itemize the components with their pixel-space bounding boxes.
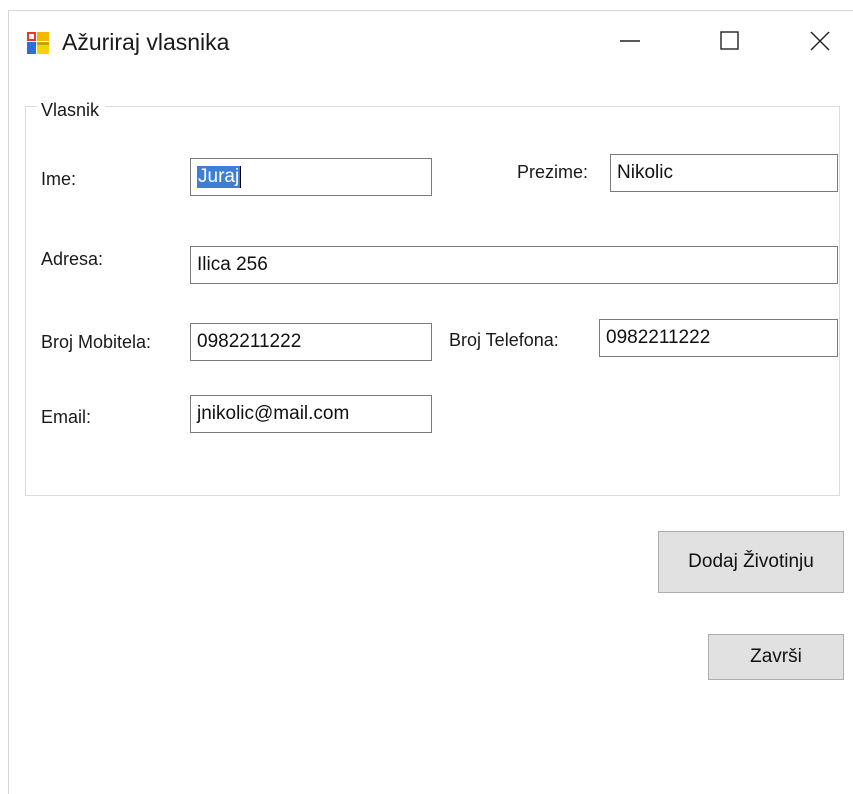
close-icon (808, 29, 832, 58)
add-animal-button[interactable]: Dodaj Životinju (658, 531, 844, 593)
maximize-button[interactable] (704, 21, 754, 65)
text-caret (240, 166, 242, 188)
adresa-label: Adresa: (41, 249, 104, 269)
mobitel-label: Broj Mobitela: (41, 332, 152, 352)
prezime-label: Prezime: (517, 162, 589, 182)
adresa-value: Ilica 256 (197, 254, 268, 275)
ime-label: Ime: (41, 169, 77, 189)
window: Ažuriraj vlasnika Vlasnik Ime: Juraj Pre… (8, 10, 853, 794)
ime-value: Juraj (197, 166, 241, 188)
telefon-label: Broj Telefona: (449, 330, 559, 350)
minimize-icon (618, 29, 642, 58)
telefon-input[interactable]: 0982211222 (599, 319, 838, 357)
email-input[interactable]: jnikolic@mail.com (190, 395, 432, 433)
adresa-input[interactable]: Ilica 256 (190, 246, 838, 284)
prezime-input[interactable]: Nikolic (610, 154, 838, 192)
close-button[interactable] (795, 21, 845, 65)
finish-button[interactable]: Završi (708, 634, 844, 680)
email-label: Email: (41, 407, 92, 427)
prezime-value: Nikolic (617, 162, 673, 183)
owner-groupbox-legend: Vlasnik (37, 100, 106, 120)
maximize-icon (717, 29, 741, 58)
minimize-button[interactable] (605, 21, 655, 65)
window-title: Ažuriraj vlasnika (62, 29, 230, 55)
mobitel-input[interactable]: 0982211222 (190, 323, 432, 361)
ime-input[interactable]: Juraj (190, 158, 432, 196)
telefon-value: 0982211222 (606, 327, 711, 348)
title-bar[interactable]: Ažuriraj vlasnika (9, 11, 853, 77)
mobitel-value: 0982211222 (197, 331, 302, 352)
email-value: jnikolic@mail.com (197, 403, 350, 424)
app-icon (27, 32, 49, 54)
